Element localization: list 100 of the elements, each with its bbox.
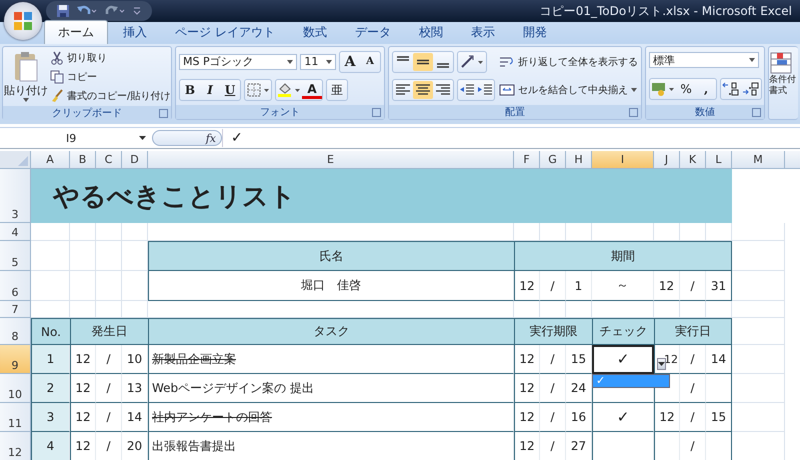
table-cell: 新製品企画立案 — [148, 345, 514, 374]
number-format-field[interactable]: 標準 — [649, 52, 760, 68]
table-cell: 12 — [70, 403, 96, 432]
column-header[interactable]: L — [706, 151, 732, 169]
table-cell: 24 — [566, 374, 592, 403]
column-header[interactable]: G — [540, 151, 566, 169]
table-header: チェック — [592, 318, 654, 345]
table-cell: 12 — [654, 271, 680, 301]
ribbon-tab[interactable]: 表示 — [458, 21, 508, 44]
table-cell: / — [680, 271, 706, 301]
table-cell: 12 — [514, 403, 540, 432]
table-cell: 出張報告書提出 — [148, 432, 514, 460]
column-header[interactable]: I — [592, 151, 654, 169]
row-header[interactable]: 8 — [0, 318, 31, 345]
ribbon-tab[interactable]: 校閲 — [406, 21, 456, 44]
column-header[interactable]: J — [654, 151, 680, 169]
table-cell: / — [96, 403, 122, 432]
wrap-text-button[interactable]: 折り返して全体を表示する — [499, 53, 638, 70]
row-header[interactable]: 11 — [0, 403, 31, 432]
table-header: 氏名 — [148, 241, 514, 271]
table-cell: 15 — [566, 345, 592, 374]
paste-button[interactable]: 貼り付け — [6, 49, 46, 104]
table-cell: 15 — [706, 403, 732, 432]
italic-button[interactable]: I — [200, 81, 220, 100]
grow-font-button[interactable]: A — [340, 52, 360, 71]
table-cell: / — [680, 345, 706, 374]
table-cell: / — [96, 345, 122, 374]
table-header: タスク — [148, 318, 514, 345]
clipboard-item[interactable]: コピー — [50, 68, 170, 85]
table-cell: 12 — [70, 432, 96, 460]
table-cell: 12 — [514, 271, 540, 301]
ribbon-tab[interactable]: 開発 — [510, 21, 560, 44]
selected-cell[interactable]: ✓ — [592, 345, 654, 374]
column-header[interactable]: A — [31, 151, 70, 169]
merge-center-button[interactable]: セルを結合して中央揃え — [499, 82, 638, 99]
group-label: 配置 — [505, 106, 526, 119]
row-header[interactable]: 6 — [0, 271, 31, 301]
table-cell: 31 — [706, 271, 732, 301]
table-cell: 2 — [31, 374, 70, 403]
table-header: 期間 — [514, 241, 732, 271]
column-header[interactable]: K — [680, 151, 706, 169]
column-header[interactable]: F — [514, 151, 540, 169]
table-cell: 12 — [654, 403, 680, 432]
ribbon-tab[interactable]: データ — [342, 21, 404, 44]
table-cell: 10 — [122, 345, 148, 374]
table-cell: ✓ — [592, 403, 654, 432]
column-header[interactable]: E — [148, 151, 514, 169]
group-label: 数値 — [695, 106, 716, 119]
window-title: コピー01_ToDoリスト.xlsx - Microsoft Excel — [540, 2, 792, 20]
row-header[interactable]: 4 — [0, 223, 31, 241]
underline-button[interactable]: U — [220, 81, 240, 100]
table-cell: 13 — [122, 374, 148, 403]
bold-button[interactable]: B — [180, 81, 200, 100]
font-name-field[interactable]: MS Pゴシック — [179, 54, 298, 70]
table-cell: / — [96, 374, 122, 403]
table-cell: 3 — [31, 403, 70, 432]
group-label: フォント — [260, 106, 300, 119]
clipboard-item[interactable]: 切り取り — [50, 49, 170, 66]
table-header: 実行期限 — [514, 318, 592, 345]
ribbon-tab[interactable]: ページ レイアウト — [162, 21, 288, 44]
row-header[interactable]: 12 — [0, 432, 31, 460]
formula-field[interactable]: ✓ — [222, 129, 800, 147]
font-size-field[interactable]: 11 — [300, 54, 336, 70]
sheet-title: やるべきことリスト — [31, 169, 732, 223]
column-header[interactable]: M — [732, 151, 785, 169]
column-header[interactable]: B — [70, 151, 96, 169]
table-cell: / — [540, 403, 566, 432]
insert-function-button[interactable]: fx — [206, 132, 216, 144]
percent-button[interactable]: % — [676, 80, 696, 98]
table-cell: / — [540, 271, 566, 301]
table-cell: 16 — [566, 403, 592, 432]
table-cell: 1 — [566, 271, 592, 301]
shrink-font-button[interactable]: A — [360, 52, 380, 71]
table-cell: 堀口 佳啓 — [148, 271, 514, 301]
table-cell: 12 — [514, 432, 540, 460]
comma-button[interactable]: , — [696, 80, 716, 98]
name-box[interactable]: I9 — [0, 129, 152, 147]
column-header[interactable]: D — [122, 151, 148, 169]
row-header[interactable]: 9 — [0, 345, 31, 374]
clipboard-item[interactable]: 書式のコピー/貼り付け — [50, 87, 170, 104]
phonetic-button[interactable]: 亜 — [327, 81, 347, 100]
ribbon-tab[interactable]: 挿入 — [110, 21, 160, 44]
row-header[interactable]: 7 — [0, 301, 31, 318]
group-label: クリップボード — [52, 106, 122, 120]
ribbon-tab[interactable]: ホーム — [44, 20, 108, 44]
row-header[interactable]: 3 — [0, 169, 31, 223]
column-header[interactable]: C — [96, 151, 122, 169]
table-cell: ～ — [592, 271, 654, 301]
table-cell: 14 — [706, 345, 732, 374]
row-header[interactable]: 5 — [0, 241, 31, 271]
column-header[interactable]: H — [566, 151, 592, 169]
table-cell: 社内アンケートの回答 — [148, 403, 514, 432]
row-header[interactable]: 10 — [0, 374, 31, 403]
table-cell: / — [540, 374, 566, 403]
table-cell: 12 — [70, 345, 96, 374]
ribbon-tab[interactable]: 数式 — [290, 21, 340, 44]
table-cell: 12 — [514, 345, 540, 374]
table-cell: / — [680, 374, 706, 403]
table-cell: 14 — [122, 403, 148, 432]
table-header: 発生日 — [70, 318, 148, 345]
